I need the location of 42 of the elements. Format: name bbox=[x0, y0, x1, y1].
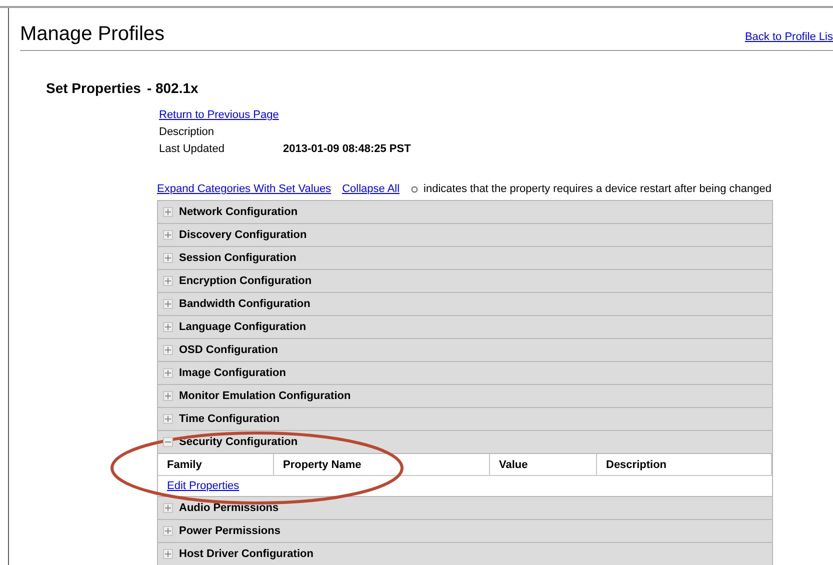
category-row[interactable]: Host Driver Configuration bbox=[158, 543, 772, 565]
return-link[interactable]: Return to Previous Page bbox=[159, 109, 279, 121]
edit-properties-link[interactable]: Edit Properties bbox=[167, 480, 240, 492]
category-label: OSD Configuration bbox=[179, 344, 278, 356]
category-row[interactable]: Image Configuration bbox=[158, 362, 772, 385]
expand-categories-link[interactable]: Expand Categories With Set Values bbox=[157, 183, 332, 195]
info-label: Last Updated bbox=[159, 143, 226, 155]
category-row[interactable]: Network Configuration bbox=[158, 201, 772, 224]
info-label: Description bbox=[159, 126, 216, 138]
category-label: Audio Permissions bbox=[179, 502, 279, 514]
category-row[interactable]: Language Configuration bbox=[158, 316, 772, 339]
column-header: Family bbox=[158, 454, 274, 475]
category-label: Bandwidth Configuration bbox=[179, 298, 310, 310]
legend-text: indicates that the property requires a device restart after being changed bbox=[424, 183, 772, 195]
category-label: Monitor Emulation Configuration bbox=[179, 390, 351, 402]
category-label: Language Configuration bbox=[179, 321, 306, 333]
category-row[interactable]: Encryption Configuration bbox=[158, 270, 772, 293]
category-row[interactable]: Monitor Emulation Configuration bbox=[158, 385, 772, 408]
category-label: Session Configuration bbox=[179, 252, 296, 264]
category-row[interactable]: Time Configuration bbox=[158, 408, 772, 431]
column-header: Description bbox=[597, 454, 772, 475]
category-row[interactable]: OSD Configuration bbox=[158, 339, 772, 362]
category-row[interactable]: Power Permissions bbox=[158, 520, 772, 543]
back-to-profile-list-link[interactable]: Back to Profile Lis bbox=[744, 31, 833, 43]
column-header: Property Name bbox=[274, 454, 490, 475]
info-value: 2013-01-09 08:48:25 PST bbox=[283, 143, 411, 155]
category-row[interactable]: Session Configuration bbox=[158, 247, 772, 270]
collapse-all-link[interactable]: Collapse All bbox=[342, 183, 400, 195]
category-row[interactable]: Bandwidth Configuration bbox=[158, 293, 772, 316]
category-label: Encryption Configuration bbox=[179, 275, 312, 287]
section-title: Set Properties bbox=[46, 80, 141, 96]
category-row[interactable]: Discovery Configuration bbox=[158, 224, 772, 247]
category-label: Host Driver Configuration bbox=[179, 548, 314, 560]
profile-name: - 802.1x bbox=[146, 80, 198, 96]
page-title: Manage Profiles bbox=[20, 23, 165, 46]
column-header: Value bbox=[490, 454, 597, 475]
category-label: Image Configuration bbox=[179, 367, 286, 379]
category-label: Discovery Configuration bbox=[179, 229, 307, 241]
category-label: Network Configuration bbox=[179, 206, 298, 218]
category-row[interactable]: Audio Permissions bbox=[158, 497, 772, 520]
category-label: Power Permissions bbox=[179, 525, 280, 537]
category-label: Time Configuration bbox=[179, 413, 280, 425]
